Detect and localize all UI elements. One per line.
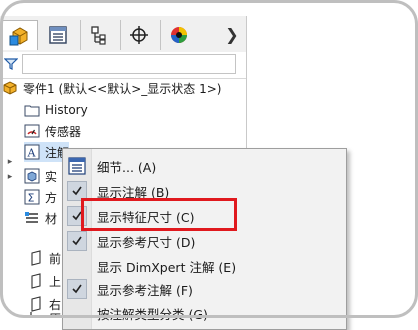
tree-item-origin[interactable]: 原 [28,308,61,318]
solid-body-icon [24,168,40,184]
tree-item-label: 方 [45,190,58,205]
menu-item-label: 显示参考注解 (F) [97,282,193,298]
crosshair-icon [129,26,148,44]
tree-root-label: 零件1 (默认<<默认>_显示状态 1>) [23,81,222,96]
tab-display-manager[interactable] [160,20,196,50]
filter-input[interactable] [22,54,236,74]
tree-item-label: History [45,103,88,117]
folder-icon [24,105,40,117]
tab-dimxpert-manager[interactable] [120,20,156,50]
tree-item-equations[interactable]: Σ 方 [24,187,57,207]
tree-item-front-plane[interactable]: 前 [28,248,61,268]
tree-item-solid-bodies[interactable]: 实 [24,166,57,186]
tree-item-top-plane[interactable]: 上 [28,271,61,291]
plane-icon [31,250,41,266]
tree-item-label: 原 [49,310,61,319]
tree-item-material[interactable]: 材 [24,208,57,228]
menu-item-show-reference-dimensions[interactable]: 显示参考尺寸 (D) [63,230,346,252]
material-icon [25,212,38,223]
menu-item-details[interactable]: 细节... (A) [63,155,346,177]
expand-arrow-icon[interactable]: ▸ [6,172,14,182]
filter-icon[interactable] [4,57,18,71]
configuration-icon [90,26,106,45]
sigma-icon: Σ [24,189,40,205]
part-icon [3,81,17,95]
menu-item-label: 按注解类型分类 (G) [97,306,208,322]
origin-icon [30,312,32,318]
panel-tab-bar: ❯ [0,16,246,53]
expand-arrow-icon[interactable]: ▸ [6,157,14,167]
tree-item-label: 传感器 [45,124,82,139]
menu-item-label: 显示参考尺寸 (D) [97,234,196,250]
svg-text:A: A [27,147,37,160]
details-icon [68,157,86,175]
tab-property-manager[interactable] [40,20,76,50]
menu-item-show-dimxpert-annotations[interactable]: 显示 DimXpert 注解 (E) [63,255,346,277]
check-icon [67,279,87,299]
plane-icon [31,273,41,289]
menu-item-show-reference-annotations[interactable]: 显示参考注解 (F) [63,278,346,300]
annotation-icon: A [24,144,40,160]
check-icon [67,231,87,251]
tree-item-label: 材 [45,211,58,226]
tree-item-history[interactable]: History [24,100,88,120]
tree-item-label: 前 [49,251,62,266]
tree-item-sensors[interactable]: 传感器 [24,121,81,141]
feature-tree-icon [9,26,28,45]
svg-text:Σ: Σ [28,192,35,205]
sensor-icon [24,124,40,138]
filter-bar [0,52,246,79]
tab-configuration-manager[interactable] [80,20,116,50]
tree-item-label: 上 [49,274,62,289]
color-wheel-icon [170,27,187,43]
tree-root-part[interactable]: 零件1 (默认<<默认>_显示状态 1>) [2,78,221,98]
menu-item-label: 细节... (A) [97,159,157,175]
tree-item-label: 实 [45,169,58,184]
menu-item-sort-by-annotation-type[interactable]: 按注解类型分类 (G) [63,302,346,324]
tab-feature-manager[interactable] [2,20,38,50]
property-list-icon [49,26,67,44]
highlight-box [81,198,237,231]
menu-item-label: 显示 DimXpert 注解 (E) [97,259,237,275]
chevron-right-icon[interactable]: ❯ [222,22,242,46]
annotations-context-menu: 细节... (A) 显示注解 (B) 显示特征尺寸 (C) 显示参考尺寸 (D)… [62,148,347,330]
